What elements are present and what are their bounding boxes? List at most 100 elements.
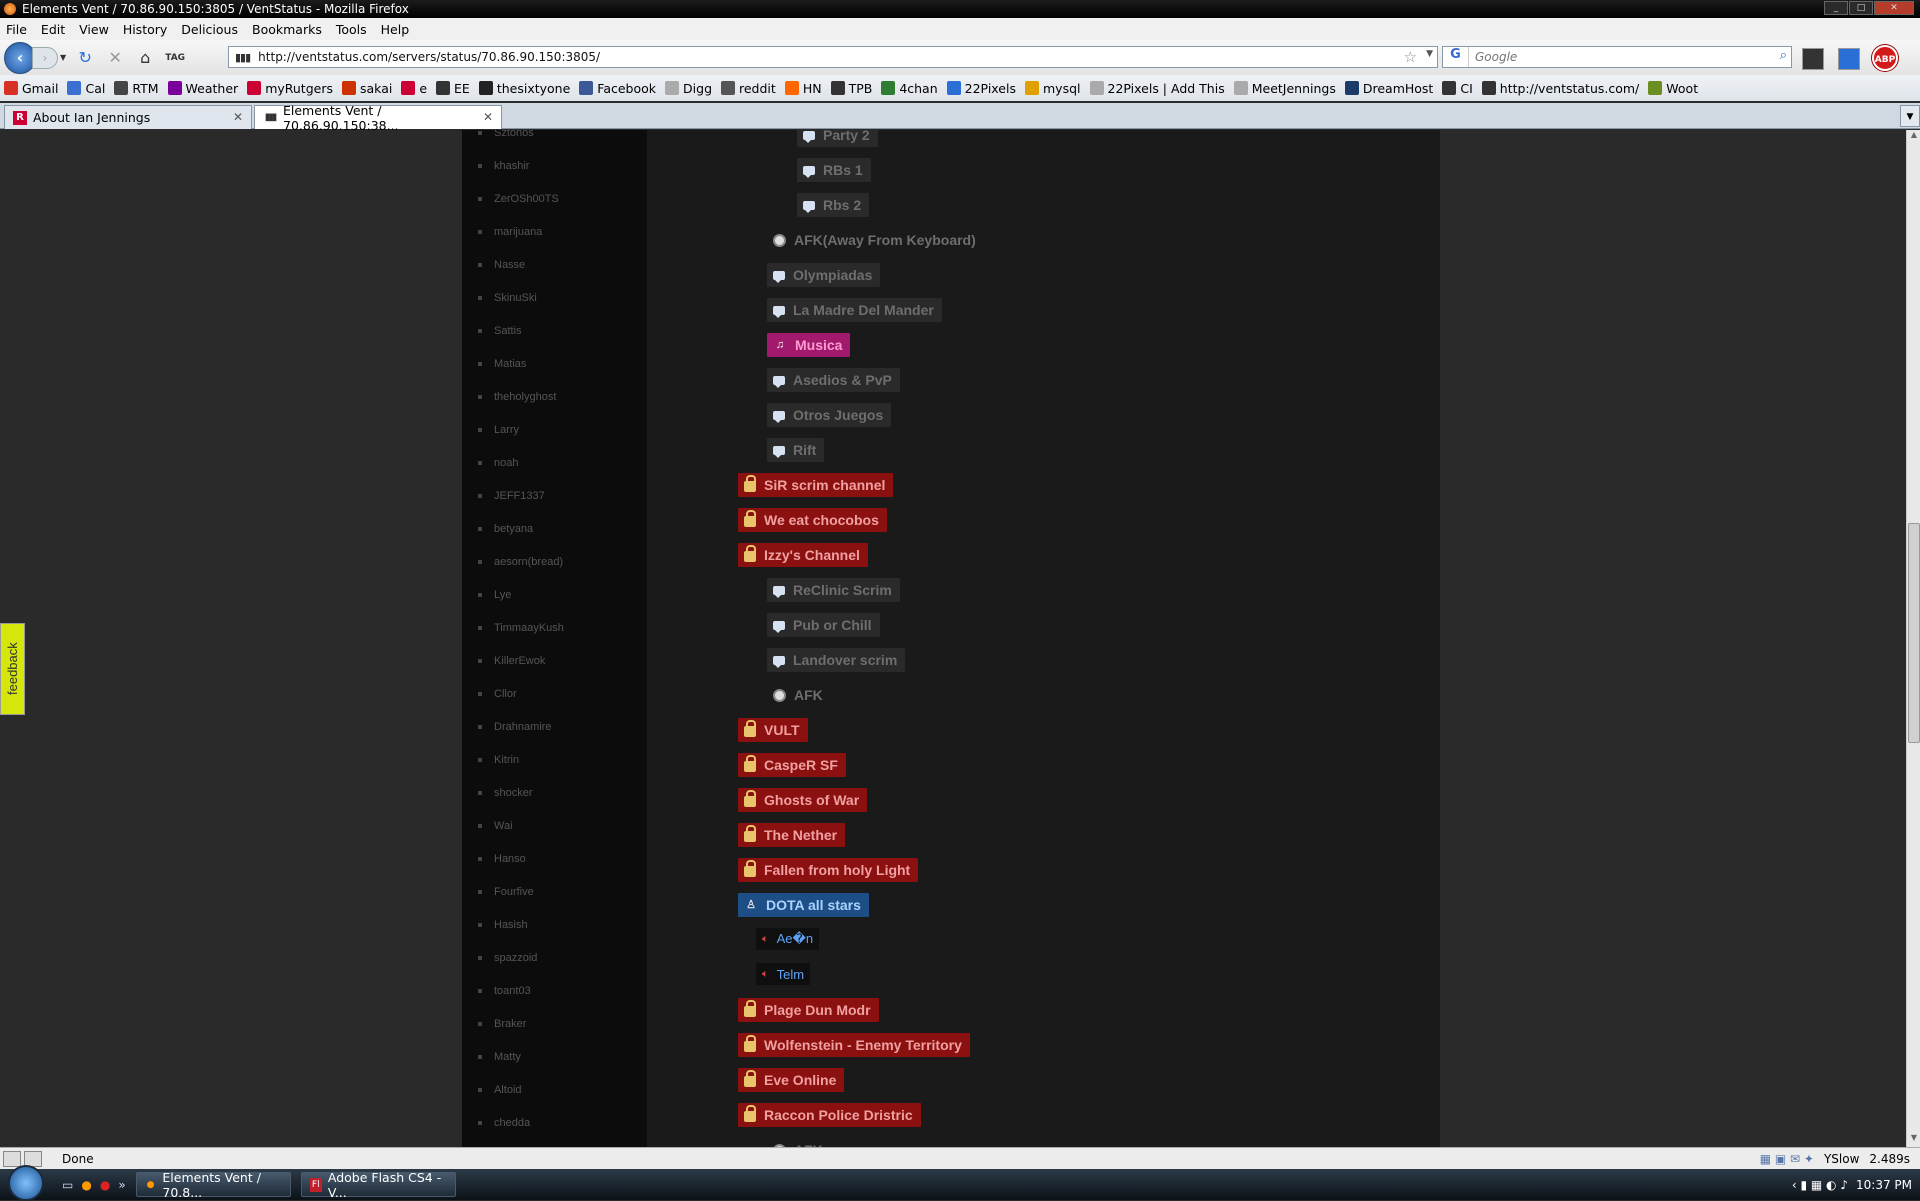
tab-list-dropdown-icon[interactable]: ▼ xyxy=(1900,105,1920,127)
user-list-item[interactable]: Sattis xyxy=(478,323,522,339)
scroll-down-icon[interactable]: ▼ xyxy=(1907,1133,1920,1147)
channel-item[interactable]: Rbs 2 xyxy=(797,193,870,217)
channel-item[interactable]: ♙ DOTA all stars xyxy=(738,893,869,917)
user-list-item[interactable]: Hasish xyxy=(478,917,528,933)
bookmark-e[interactable]: e xyxy=(401,81,427,96)
bookmark-dreamhost[interactable]: DreamHost xyxy=(1344,81,1433,96)
user-list-item[interactable]: Drahnamire xyxy=(478,719,551,735)
menu-tools[interactable]: Tools xyxy=(336,22,367,37)
sidebar-toggle-icon[interactable] xyxy=(1838,48,1860,70)
menu-view[interactable]: View xyxy=(79,22,109,37)
google-icon[interactable]: G xyxy=(1443,47,1469,67)
channel-item[interactable]: Raccon Police Dristric xyxy=(738,1103,921,1127)
channel-item[interactable]: Party 2 xyxy=(797,130,878,147)
bookmark-ee[interactable]: EE xyxy=(436,81,470,96)
user-list-item[interactable]: Matty xyxy=(478,1049,521,1065)
bookmark-star-icon[interactable]: ☆ xyxy=(1404,48,1417,66)
user-list-item[interactable]: aesorn(bread) xyxy=(478,554,563,570)
user-list-item[interactable]: spazzoid xyxy=(478,950,537,966)
tab-elements-vent[interactable]: ▮▮▮ Elements Vent / 70.86.90.150:38... ✕ xyxy=(254,103,502,133)
bookmark-22pixels[interactable]: 22Pixels xyxy=(946,81,1016,96)
channel-item[interactable]: La Madre Del Mander xyxy=(767,298,942,322)
menu-history[interactable]: History xyxy=(123,22,167,37)
tag-icon[interactable]: TAG xyxy=(164,47,186,69)
search-bar[interactable]: G ⌕ xyxy=(1442,46,1792,68)
bookmark-digg[interactable]: Digg xyxy=(665,81,712,96)
channel-item[interactable]: Plage Dun Modr xyxy=(738,998,879,1022)
user-list-item[interactable]: KillerEwok xyxy=(478,653,545,669)
close-button[interactable]: ✕ xyxy=(1874,1,1914,15)
bookmark-tpb[interactable]: TPB xyxy=(830,81,872,96)
user-list-item[interactable]: theholyghost xyxy=(478,389,556,405)
channel-item[interactable]: Izzy's Channel xyxy=(738,543,868,567)
close-tab-icon[interactable]: ✕ xyxy=(483,110,493,124)
close-tab-icon[interactable]: ✕ xyxy=(233,110,243,124)
user-list-item[interactable]: marijuana xyxy=(478,224,542,240)
scrollbar-thumb[interactable] xyxy=(1908,523,1920,743)
channel-item[interactable]: Pub or Chill xyxy=(767,613,880,637)
user-list-item[interactable]: khashir xyxy=(478,158,529,174)
bookmark-sakai[interactable]: sakai xyxy=(342,81,392,96)
channel-item[interactable]: RBs 1 xyxy=(797,158,871,182)
channel-item[interactable]: AFK xyxy=(767,1138,831,1147)
channel-item[interactable]: ReClinic Scrim xyxy=(767,578,900,602)
taskbar-item-firefox[interactable]: ● Elements Vent / 70.8... xyxy=(135,1170,291,1200)
extension-icon[interactable] xyxy=(1802,48,1824,70)
bookmark-hn[interactable]: HN xyxy=(784,81,822,96)
minimize-button[interactable]: _ xyxy=(1824,1,1848,15)
status-tool-icon[interactable] xyxy=(3,1150,21,1167)
bookmark-4chan[interactable]: 4chan xyxy=(881,81,938,96)
search-input[interactable] xyxy=(1475,50,1765,64)
status-addon-icons[interactable]: ▦ ▣ ✉ ✦ xyxy=(1760,1152,1814,1166)
menu-help[interactable]: Help xyxy=(381,22,410,37)
menu-file[interactable]: File xyxy=(6,22,27,37)
channel-item[interactable]: Eve Online xyxy=(738,1068,845,1092)
url-bar[interactable]: ▮▮▮ http://ventstatus.com/servers/status… xyxy=(228,46,1438,68)
bookmark-rtm[interactable]: RTM xyxy=(114,81,159,96)
channel-item[interactable]: Otros Juegos xyxy=(767,403,892,427)
user-list-item[interactable]: ZerOSh00TS xyxy=(478,191,559,207)
channel-item[interactable]: Wolfenstein - Enemy Territory xyxy=(738,1033,970,1057)
feedback-tab[interactable]: feedback xyxy=(0,623,25,715)
channel-item[interactable]: Asedios & PvP xyxy=(767,368,900,392)
url-text[interactable]: http://ventstatus.com/servers/status/70.… xyxy=(258,50,600,64)
user-list-item[interactable]: noah xyxy=(478,455,518,471)
bookmark-22pixels-add-this[interactable]: 22Pixels | Add This xyxy=(1089,81,1225,96)
search-icon[interactable]: ⌕ xyxy=(1780,48,1787,63)
reload-icon[interactable]: ↻ xyxy=(74,47,96,69)
channel-item[interactable]: Olympiadas xyxy=(767,263,881,287)
channel-item[interactable]: AFK(Away From Keyboard) xyxy=(767,228,984,252)
tray-icons[interactable]: ‹ ▮ ▦ ◐ ♪ xyxy=(1792,1178,1848,1192)
user-list-item[interactable]: Kitrin xyxy=(478,752,519,768)
user-list-item[interactable]: chedda xyxy=(478,1115,530,1131)
maximize-button[interactable]: □ xyxy=(1849,1,1873,15)
channel-item[interactable]: AFK xyxy=(767,683,831,707)
url-dropdown-icon[interactable]: ▼ xyxy=(1426,49,1433,59)
user-list-item[interactable]: Sztonos xyxy=(478,130,534,141)
channel-item[interactable]: Ghosts of War xyxy=(738,788,868,812)
user-list-item[interactable]: Fourfive xyxy=(478,884,534,900)
bookmark-woot[interactable]: Woot xyxy=(1648,81,1698,96)
more-icon[interactable]: » xyxy=(118,1178,125,1192)
bookmark-cal[interactable]: Cal xyxy=(67,81,105,96)
user-list-item[interactable]: shocker xyxy=(478,785,533,801)
channel-item[interactable]: ♫ Musica xyxy=(767,333,851,357)
user-list-item[interactable]: Nasse xyxy=(478,257,525,273)
user-entry[interactable]: 🔈︎ Ae�n xyxy=(756,928,820,950)
channel-item[interactable]: Landover scrim xyxy=(767,648,906,672)
vertical-scrollbar[interactable]: ▲ ▼ xyxy=(1906,130,1920,1147)
show-desktop-icon[interactable]: ▭ xyxy=(62,1178,73,1192)
bookmark-meetjennings[interactable]: MeetJennings xyxy=(1233,81,1336,96)
yslow-label[interactable]: YSlow xyxy=(1824,1152,1859,1166)
channel-item[interactable]: The Nether xyxy=(738,823,846,847)
user-list-item[interactable]: Cllor xyxy=(478,686,517,702)
lastfm-icon[interactable]: ● xyxy=(100,1178,110,1192)
scroll-up-icon[interactable]: ▲ xyxy=(1907,130,1920,144)
home-icon[interactable]: ⌂ xyxy=(134,47,156,69)
forward-button[interactable]: › xyxy=(32,46,58,69)
user-list-item[interactable]: Lye xyxy=(478,587,511,603)
menu-delicious[interactable]: Delicious xyxy=(181,22,238,37)
bookmark-myrutgers[interactable]: myRutgers xyxy=(247,81,333,96)
channel-item[interactable]: We eat chocobos xyxy=(738,508,887,532)
bookmark-ci[interactable]: CI xyxy=(1442,81,1473,96)
